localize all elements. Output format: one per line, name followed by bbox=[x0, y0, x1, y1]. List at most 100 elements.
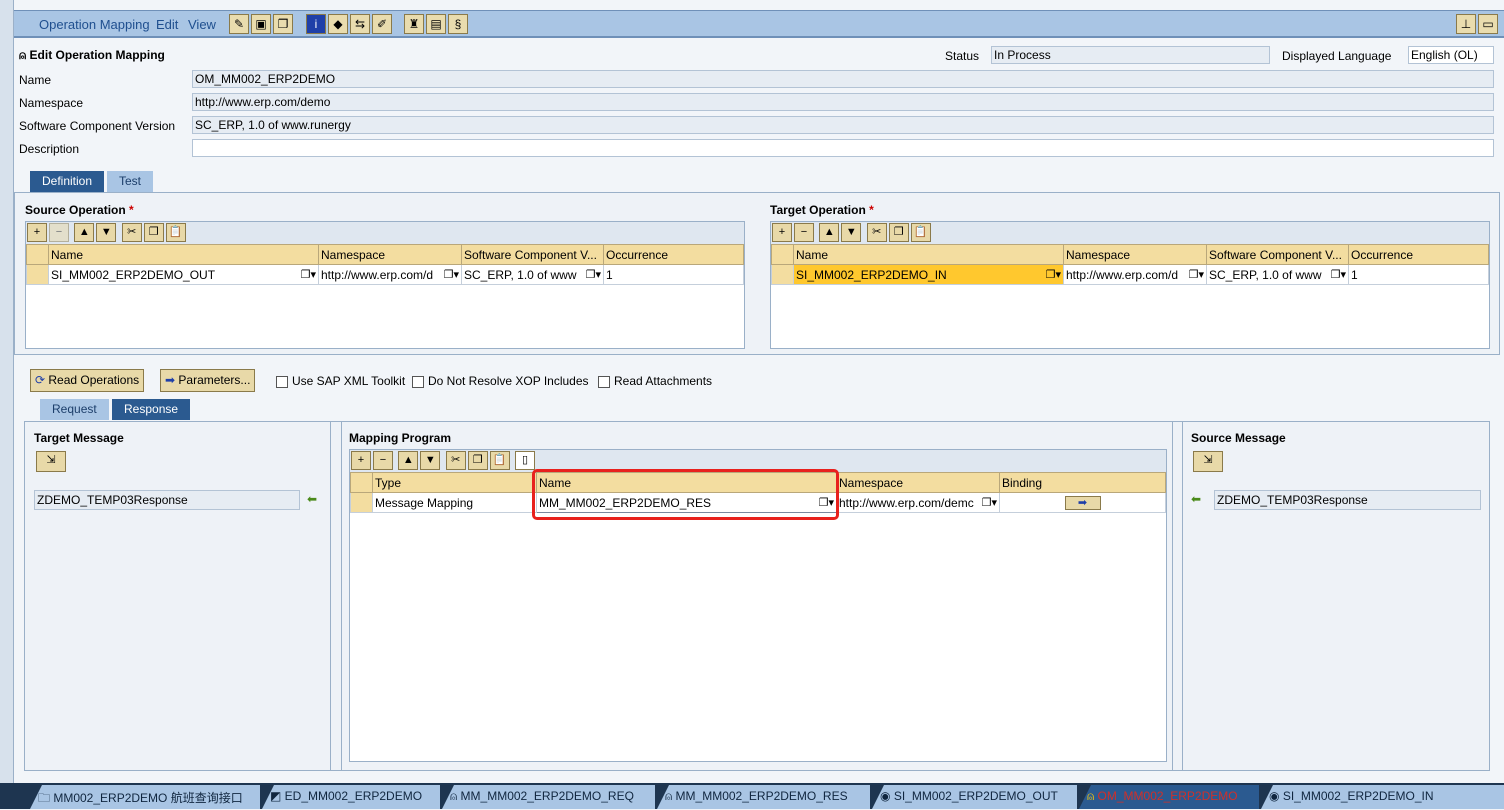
move-down-icon[interactable]: ▼ bbox=[420, 451, 441, 470]
select-all[interactable] bbox=[771, 244, 794, 265]
target-occurrence[interactable]: 1 bbox=[1348, 264, 1489, 285]
window-icon[interactable]: ⊥ bbox=[1456, 14, 1476, 34]
col-occurrence[interactable]: Occurrence bbox=[603, 244, 744, 265]
move-up-icon[interactable]: ▲ bbox=[74, 223, 95, 242]
col-name[interactable]: Name bbox=[48, 244, 319, 265]
copy-icon[interactable]: ❐ bbox=[273, 14, 293, 34]
target-namespace: http://www.erp.com/d bbox=[1066, 267, 1179, 282]
menu-operation-mapping[interactable]: Operation Mapping bbox=[39, 17, 150, 32]
use-sap-xml-toolkit-checkbox[interactable]: Use SAP XML Toolkit bbox=[276, 374, 405, 388]
source-swcv-cell[interactable]: SC_ERP, 1.0 of www ❐▾ bbox=[461, 264, 604, 285]
scroll-icon[interactable]: § bbox=[448, 14, 468, 34]
page-title: ⍝ Edit Operation Mapping bbox=[19, 48, 165, 63]
opt2-label: Do Not Resolve XOP Includes bbox=[428, 374, 589, 388]
col-name[interactable]: Name bbox=[793, 244, 1064, 265]
read-operations-button[interactable]: ⟳ Read Operations bbox=[30, 369, 145, 392]
value-help-icon[interactable]: ❐▾ bbox=[1189, 268, 1204, 281]
mapping-namespace: http://www.erp.com/demc bbox=[839, 495, 974, 510]
bottom-tab-ed[interactable]: ◩ ED_MM002_ERP2DEMO bbox=[262, 785, 440, 809]
value-help-icon[interactable]: ❐▾ bbox=[1331, 268, 1346, 281]
hat-icon[interactable]: ♜ bbox=[404, 14, 424, 34]
col-type[interactable]: Type bbox=[372, 472, 537, 493]
folder-icon: 🗀 bbox=[38, 791, 54, 805]
move-up-icon[interactable]: ▲ bbox=[819, 223, 840, 242]
save-icon[interactable]: ▣ bbox=[251, 14, 271, 34]
tab-test[interactable]: Test bbox=[107, 171, 154, 192]
value-help-icon[interactable]: ❐▾ bbox=[586, 268, 601, 281]
col-namespace[interactable]: Namespace bbox=[836, 472, 1000, 493]
read-attachments-checkbox[interactable]: Read Attachments bbox=[598, 374, 712, 388]
edit-pencil-icon[interactable]: ✎ bbox=[229, 14, 249, 34]
parameters-button[interactable]: ➡ Parameters... bbox=[160, 369, 256, 392]
add-row-icon[interactable]: + bbox=[351, 451, 371, 470]
delete-row-icon[interactable]: − bbox=[794, 223, 814, 242]
menu-view[interactable]: View bbox=[188, 17, 216, 32]
row-selector[interactable] bbox=[350, 492, 373, 513]
delete-row-icon[interactable]: − bbox=[373, 451, 393, 470]
cut-icon[interactable]: ✂ bbox=[445, 451, 466, 470]
value-help-icon[interactable]: ❐▾ bbox=[1046, 268, 1061, 281]
cut-icon[interactable]: ✂ bbox=[866, 223, 887, 242]
move-down-icon[interactable]: ▼ bbox=[841, 223, 862, 242]
col-occurrence[interactable]: Occurrence bbox=[1348, 244, 1489, 265]
value-help-icon[interactable]: ❐▾ bbox=[982, 496, 997, 509]
target-namespace-cell[interactable]: http://www.erp.com/d ❐▾ bbox=[1063, 264, 1207, 285]
add-row-icon[interactable]: + bbox=[772, 223, 792, 242]
tab-response[interactable]: Response bbox=[112, 399, 191, 420]
value-help-icon[interactable]: ❐▾ bbox=[301, 268, 316, 281]
source-namespace-cell[interactable]: http://www.erp.com/d ❐▾ bbox=[318, 264, 462, 285]
do-not-resolve-xop-checkbox[interactable]: Do Not Resolve XOP Includes bbox=[412, 374, 589, 388]
binding-arrow-button[interactable]: ➡ bbox=[1064, 495, 1101, 510]
target-swcv-cell[interactable]: SC_ERP, 1.0 of www ❐▾ bbox=[1206, 264, 1349, 285]
left-splitter[interactable] bbox=[0, 0, 14, 809]
mapping-namespace-cell[interactable]: http://www.erp.com/demc ❐▾ bbox=[836, 492, 1000, 513]
row-selector[interactable] bbox=[26, 264, 49, 285]
cut-icon[interactable]: ✂ bbox=[121, 223, 142, 242]
paste-icon[interactable]: 📋 bbox=[910, 223, 931, 242]
move-down-icon[interactable]: ▼ bbox=[96, 223, 117, 242]
paste-icon[interactable]: 📋 bbox=[489, 451, 510, 470]
col-namespace[interactable]: Namespace bbox=[318, 244, 462, 265]
target-name-cell[interactable]: SI_MM002_ERP2DEMO_IN ❐▾ bbox=[793, 264, 1064, 285]
table-icon[interactable]: ▤ bbox=[426, 14, 446, 34]
row-selector[interactable] bbox=[771, 264, 794, 285]
value-help-icon[interactable]: ❐▾ bbox=[444, 268, 459, 281]
col-swcv[interactable]: Software Component V... bbox=[461, 244, 604, 265]
bottom-tab-mm-req[interactable]: ⍝ MM_MM002_ERP2DEMO_REQ bbox=[442, 785, 655, 809]
info-icon[interactable]: i bbox=[306, 14, 326, 34]
new-document-icon[interactable]: ▯ bbox=[515, 451, 536, 470]
description-field[interactable] bbox=[192, 139, 1494, 157]
import-message-icon[interactable]: ⇲ bbox=[36, 451, 66, 472]
move-up-icon[interactable]: ▲ bbox=[398, 451, 419, 470]
tab-definition[interactable]: Definition bbox=[30, 171, 105, 192]
copy-icon[interactable]: ❐ bbox=[143, 223, 164, 242]
source-name-cell[interactable]: SI_MM002_ERP2DEMO_OUT ❐▾ bbox=[48, 264, 319, 285]
maximize-icon[interactable]: ▭ bbox=[1478, 14, 1498, 34]
compare-icon[interactable]: ✐ bbox=[372, 14, 392, 34]
source-occurrence[interactable]: 1 bbox=[603, 264, 744, 285]
import-message-icon[interactable]: ⇲ bbox=[1193, 451, 1223, 472]
paste-icon[interactable]: 📋 bbox=[165, 223, 186, 242]
swcv-label: Software Component Version bbox=[19, 119, 176, 133]
bottom-tab-mm-res[interactable]: ⍝ MM_MM002_ERP2DEMO_RES bbox=[657, 785, 870, 809]
add-row-icon[interactable]: + bbox=[27, 223, 47, 242]
select-all[interactable] bbox=[350, 472, 373, 493]
menu-edit[interactable]: Edit bbox=[156, 17, 178, 32]
mapping-type[interactable]: Message Mapping bbox=[372, 492, 537, 513]
delete-row-icon[interactable]: − bbox=[49, 223, 69, 242]
copy-icon[interactable]: ❐ bbox=[888, 223, 909, 242]
col-swcv[interactable]: Software Component V... bbox=[1206, 244, 1349, 265]
target-name: SI_MM002_ERP2DEMO_IN bbox=[796, 267, 947, 282]
bottom-tab-namespace[interactable]: 🗀 MM002_ERP2DEMO 航班查询接口 bbox=[30, 785, 260, 809]
select-all[interactable] bbox=[26, 244, 49, 265]
language-select[interactable]: English (OL) bbox=[1408, 46, 1494, 64]
where-used-icon[interactable]: ⇆ bbox=[350, 14, 370, 34]
bottom-tab-si-out[interactable]: ◉ SI_MM002_ERP2DEMO_OUT bbox=[872, 785, 1077, 809]
bottom-tab-si-in[interactable]: ◉ SI_MM002_ERP2DEMO_IN bbox=[1261, 785, 1504, 809]
tab-request[interactable]: Request bbox=[40, 399, 109, 420]
col-binding[interactable]: Binding bbox=[999, 472, 1166, 493]
copy-icon[interactable]: ❐ bbox=[467, 451, 488, 470]
bottom-tab-om-active[interactable]: ⍝ OM_MM002_ERP2DEMO bbox=[1079, 785, 1259, 809]
object-icon[interactable]: ◆ bbox=[328, 14, 348, 34]
col-namespace[interactable]: Namespace bbox=[1063, 244, 1207, 265]
